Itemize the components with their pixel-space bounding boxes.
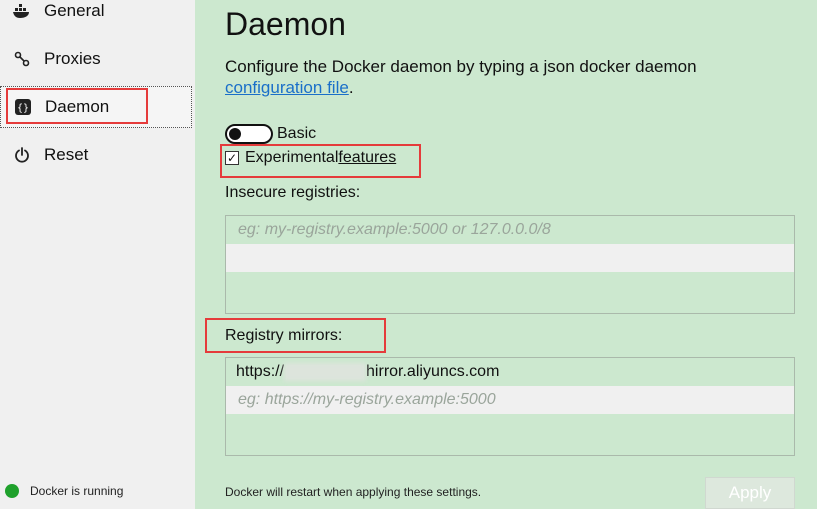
sidebar-item-general[interactable]: General: [0, 0, 192, 32]
experimental-label: Experimental: [245, 149, 339, 166]
docker-status: Docker is running: [5, 484, 123, 498]
insecure-registries-list[interactable]: eg: my-registry.example:5000 or 127.0.0.…: [225, 215, 795, 314]
svg-text:{}: {}: [17, 103, 29, 114]
mirror-url-suffix: hirror.aliyuncs.com: [366, 363, 500, 380]
sidebar-item-label: Daemon: [45, 97, 110, 116]
configuration-file-link[interactable]: configuration file: [225, 78, 349, 97]
sidebar-item-proxies[interactable]: Proxies: [0, 38, 192, 80]
apply-button[interactable]: Apply: [705, 477, 795, 509]
insecure-registries-placeholder[interactable]: eg: my-registry.example:5000 or 127.0.0.…: [226, 216, 794, 244]
list-item[interactable]: [226, 244, 794, 272]
docker-whale-icon: [13, 2, 31, 20]
sidebar: General Proxies {} Daemon Reset Docker i…: [0, 0, 195, 509]
proxies-icon: [13, 50, 31, 68]
main-content: Daemon Configure the Docker daemon by ty…: [195, 0, 817, 509]
description-end: .: [348, 78, 354, 97]
checkmark-icon: ✓: [226, 151, 238, 165]
experimental-checkbox[interactable]: ✓: [225, 151, 239, 165]
toggle-knob: [229, 128, 241, 140]
basic-toggle-row: Basic: [225, 124, 316, 144]
sidebar-item-label: Reset: [44, 145, 89, 164]
redacted-blur: [284, 363, 367, 381]
power-icon: [13, 146, 31, 164]
mirror-url-prefix: https://: [236, 363, 285, 380]
registry-mirror-entry[interactable]: https:// hirror.aliyuncs.com: [226, 358, 794, 386]
registry-mirrors-placeholder[interactable]: eg: https://my-registry.example:5000: [226, 386, 794, 414]
sidebar-item-label: Proxies: [44, 49, 101, 68]
basic-toggle[interactable]: [225, 124, 273, 144]
description-text: Configure the Docker daemon by typing a …: [225, 57, 697, 76]
basic-toggle-label: Basic: [277, 125, 317, 142]
restart-note: Docker will restart when applying these …: [225, 485, 482, 499]
sidebar-item-label: General: [44, 1, 105, 20]
experimental-row: ✓ Experimental features: [225, 149, 396, 167]
sidebar-item-reset[interactable]: Reset: [0, 134, 192, 176]
status-indicator-icon: [5, 484, 19, 498]
registry-mirrors-list[interactable]: https:// hirror.aliyuncs.com eg: https://…: [225, 357, 795, 456]
braces-icon: {}: [14, 98, 32, 116]
page-title: Daemon: [225, 6, 346, 42]
insecure-registries-label: Insecure registries:: [225, 184, 361, 201]
status-text: Docker is running: [30, 484, 124, 498]
features-link[interactable]: features: [338, 149, 396, 167]
registry-mirrors-label: Registry mirrors:: [225, 327, 343, 344]
page-description: Configure the Docker daemon by typing a …: [225, 56, 785, 98]
sidebar-item-daemon[interactable]: {} Daemon: [0, 86, 192, 128]
